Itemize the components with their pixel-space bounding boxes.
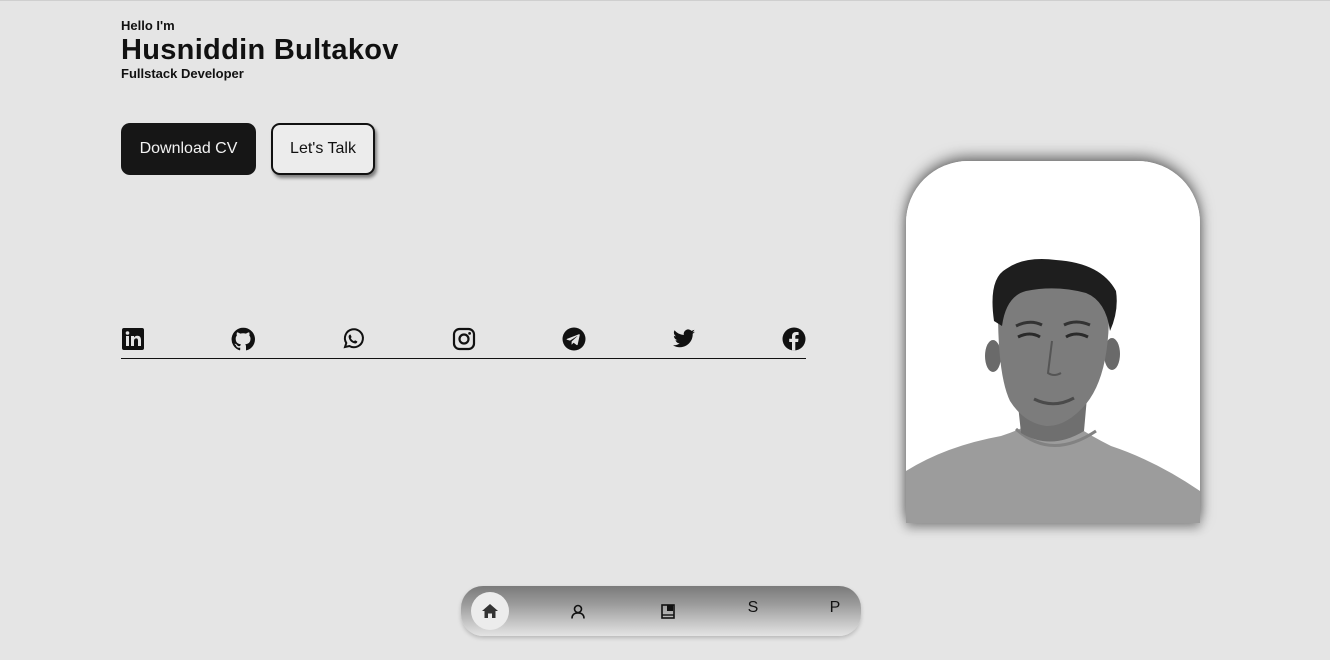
twitter-icon[interactable] — [672, 327, 696, 351]
linkedin-icon[interactable] — [121, 327, 145, 351]
nav-home[interactable] — [471, 592, 509, 630]
instagram-icon[interactable] — [452, 327, 476, 351]
telegram-icon[interactable] — [562, 327, 586, 351]
nav-label-s: S — [747, 599, 759, 616]
whatsapp-icon[interactable] — [341, 327, 365, 351]
download-cv-button[interactable]: Download CV — [121, 123, 256, 175]
facebook-icon[interactable] — [782, 327, 806, 351]
nav-resume[interactable] — [648, 586, 688, 636]
bottom-navbar: S P — [461, 586, 861, 636]
nav-label-p: P — [829, 599, 841, 616]
role-subtitle: Fullstack Developer — [121, 66, 244, 81]
top-border — [0, 0, 1330, 1]
home-icon — [482, 604, 498, 618]
social-links — [121, 325, 806, 359]
lets-talk-button[interactable]: Let's Talk — [271, 123, 375, 175]
nav-item-s[interactable]: S — [733, 586, 773, 636]
nav-about[interactable] — [558, 586, 598, 636]
github-icon[interactable] — [231, 327, 255, 351]
page-title: Husniddin Bultakov — [121, 34, 399, 66]
book-icon — [661, 603, 675, 619]
greeting-text: Hello I'm — [121, 18, 175, 33]
nav-item-p[interactable]: P — [815, 586, 855, 636]
user-icon — [571, 604, 585, 619]
hero-intro: Hello I'm Husniddin Bultakov Fullstack D… — [121, 18, 399, 82]
profile-photo — [906, 161, 1200, 523]
